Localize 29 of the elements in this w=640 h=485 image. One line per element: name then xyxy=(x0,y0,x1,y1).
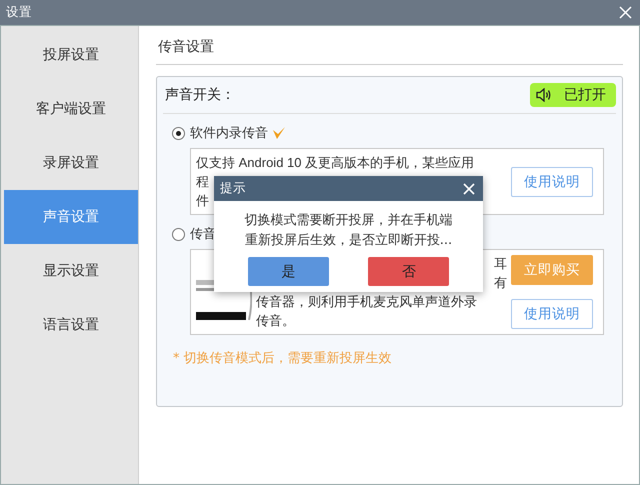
description-text: 仅支持 Android 10 及更高版本的手机，某些应用 xyxy=(196,154,474,172)
close-icon[interactable] xyxy=(463,182,475,194)
description-text: 件 xyxy=(196,192,209,210)
sidebar-item[interactable]: 显示设置 xyxy=(4,244,138,298)
sidebar-item[interactable]: 语言设置 xyxy=(4,298,138,352)
description-text: 耳 xyxy=(494,255,507,273)
dialog-title: 提示 xyxy=(220,180,246,197)
section-title: 传音设置 xyxy=(156,38,623,65)
dialog-message: 切换模式需要断开投屏，并在手机端 xyxy=(244,212,452,230)
yes-button[interactable]: 是 xyxy=(248,257,329,286)
radio-button[interactable] xyxy=(172,228,185,240)
option-label: 软件内录传音 xyxy=(190,125,268,142)
dialog-message: 重新投屏后生效，是否立即断开投... xyxy=(244,232,452,250)
description-text: 传音器，则利用手机麦克风单声道外录 xyxy=(256,293,477,311)
description-text: 有 xyxy=(494,274,507,292)
window-title: 设置 xyxy=(6,4,32,21)
description-text: 程 xyxy=(196,173,209,191)
sound-toggle[interactable]: 已打开 xyxy=(530,83,616,107)
speaker-icon xyxy=(536,88,552,102)
sidebar-item[interactable]: 录屏设置 xyxy=(4,136,138,190)
close-icon[interactable] xyxy=(619,6,632,19)
radio-button[interactable] xyxy=(172,126,185,140)
option-label: 传音 xyxy=(190,226,216,243)
switch-label: 声音开关： xyxy=(165,86,235,104)
sidebar-item[interactable]: 客户端设置 xyxy=(4,82,138,136)
sidebar-item[interactable]: 投屏设置 xyxy=(4,28,138,82)
no-button[interactable]: 否 xyxy=(368,257,450,286)
description-text: 传音。 xyxy=(256,312,295,330)
note-text: * 切换传音模式后，需要重新投屏生效 xyxy=(173,350,393,367)
